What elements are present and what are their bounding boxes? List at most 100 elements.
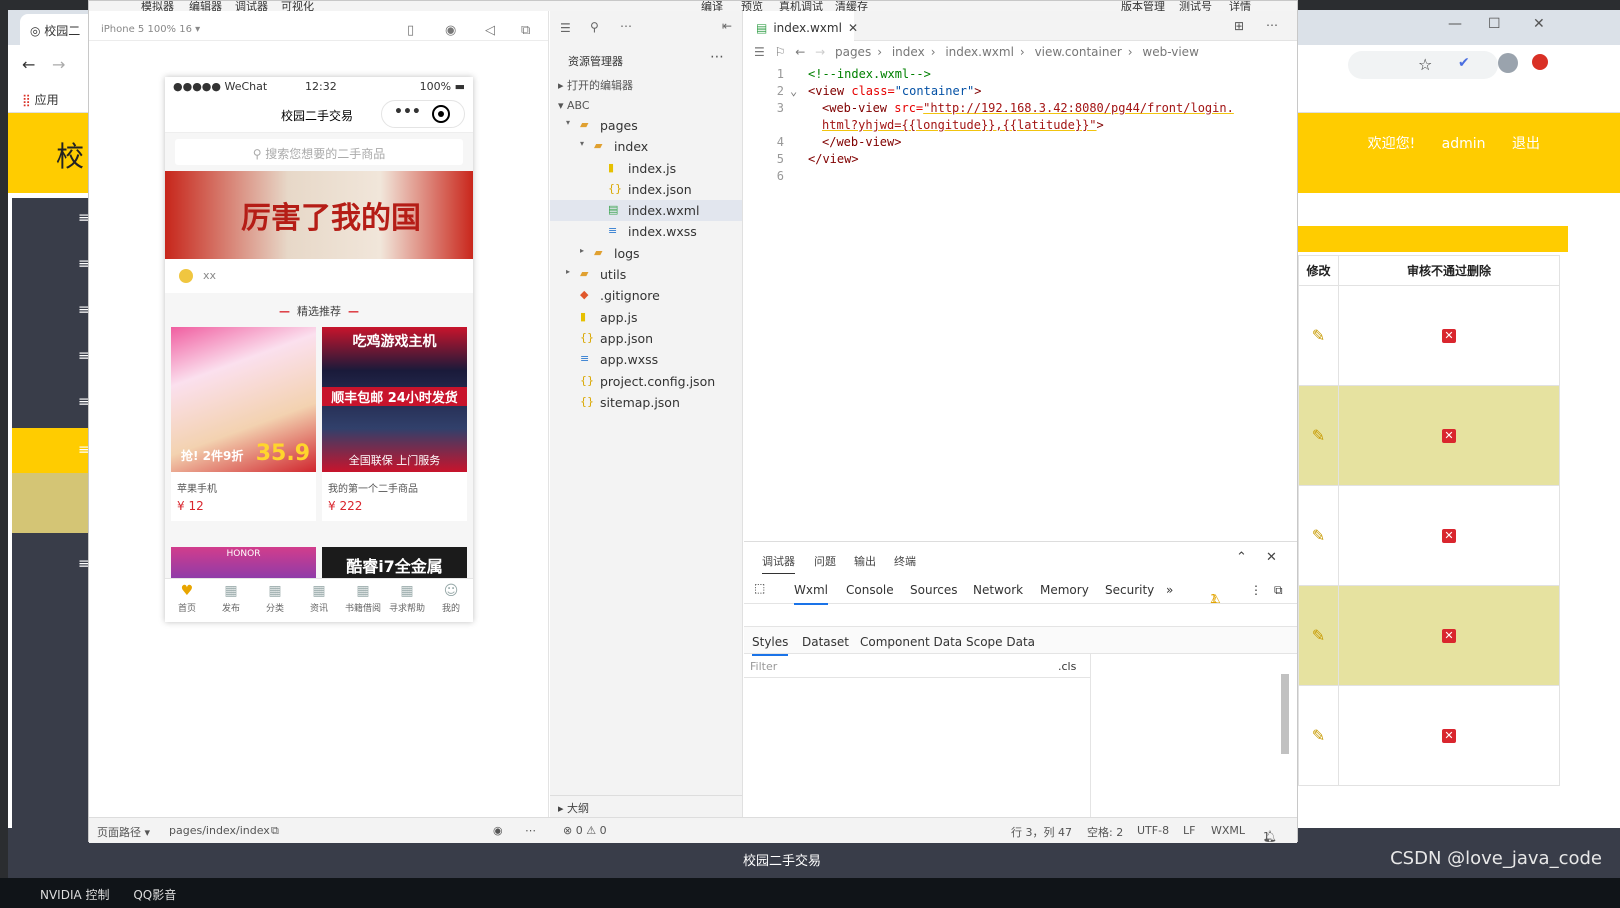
editor-tab[interactable]: ▤ index.wxml ✕: [744, 11, 858, 41]
tree-item[interactable]: ▾ ▰ index: [550, 136, 742, 157]
cursor-position[interactable]: 行 3，列 47: [1011, 824, 1072, 840]
breadcrumb-item[interactable]: view.container: [1035, 45, 1122, 59]
list-icon[interactable]: ☰: [560, 21, 571, 35]
product-search-bar[interactable]: ⚲ 搜索您想要的二手商品: [175, 139, 463, 165]
eye-icon[interactable]: ◉: [493, 824, 503, 837]
tab-terminal[interactable]: 终端: [894, 553, 916, 569]
more-icon[interactable]: ⋯: [620, 19, 632, 33]
capsule-menu[interactable]: •••: [381, 100, 465, 128]
list-icon[interactable]: ☰: [754, 45, 765, 59]
project-group[interactable]: ▾ ABC: [550, 93, 742, 115]
banner-swiper[interactable]: 厉害了我的国: [165, 171, 473, 259]
tab-dataset[interactable]: Dataset: [802, 635, 849, 649]
profile-avatar[interactable]: [1498, 53, 1518, 73]
close-icon[interactable]: ✕: [848, 21, 858, 35]
menu-version[interactable]: 版本管理: [1121, 1, 1165, 11]
more-icon[interactable]: ⋯: [1266, 18, 1278, 32]
pane-divider[interactable]: [1090, 654, 1091, 818]
page-path-label[interactable]: 页面路径 ▾: [97, 824, 150, 840]
tab-publish[interactable]: ▦ 发布: [209, 579, 253, 622]
tab-problems[interactable]: 问题: [814, 553, 836, 569]
user-link[interactable]: admin: [1442, 136, 1486, 152]
tab-sources[interactable]: Sources: [910, 583, 957, 597]
breadcrumb-item[interactable]: index: [892, 45, 925, 59]
chevron-right-icon[interactable]: ▸: [566, 267, 570, 276]
close-capsule-icon[interactable]: [432, 105, 450, 123]
tree-item[interactable]: ▾ ▰ pages: [550, 115, 742, 136]
pencil-icon[interactable]: ✎: [1312, 426, 1325, 445]
tab-wxml[interactable]: Wxml: [794, 583, 828, 605]
file-encoding[interactable]: UTF-8: [1137, 824, 1169, 837]
more-dots-icon[interactable]: •••: [394, 104, 421, 120]
phone-icon[interactable]: ▯: [407, 23, 414, 38]
logout-link[interactable]: 退出: [1512, 136, 1540, 152]
tab-component-data[interactable]: Component Data: [860, 635, 962, 649]
delete-icon[interactable]: ✕: [1442, 329, 1456, 343]
delete-icon[interactable]: ✕: [1442, 429, 1456, 443]
minimize-icon[interactable]: —: [1448, 16, 1462, 32]
notice-bar[interactable]: xx: [165, 259, 473, 293]
bookmark-icon[interactable]: ⚐: [775, 45, 786, 59]
line-ending[interactable]: LF: [1183, 824, 1195, 837]
maximize-icon[interactable]: ☐: [1488, 16, 1501, 32]
tab-output[interactable]: 输出: [854, 553, 876, 569]
chevron-up-icon[interactable]: ⌃: [1236, 550, 1247, 565]
tab-debugger[interactable]: 调试器: [762, 553, 795, 575]
tab-home[interactable]: ♥ 首页: [165, 579, 209, 622]
kebab-menu-icon[interactable]: ⋮: [1250, 583, 1262, 597]
pencil-icon[interactable]: ✎: [1312, 526, 1325, 545]
menu-preview[interactable]: 预览: [741, 1, 763, 11]
delete-icon[interactable]: ✕: [1442, 729, 1456, 743]
styles-filter-input[interactable]: Filter: [744, 654, 1090, 678]
tree-item[interactable]: {} app.json: [550, 328, 742, 349]
tree-item[interactable]: ▮ index.js: [550, 158, 742, 179]
tree-item[interactable]: {} sitemap.json: [550, 392, 742, 413]
outline-section[interactable]: ▸ 大纲: [550, 795, 742, 817]
tree-item[interactable]: ▸ ▰ utils: [550, 264, 742, 285]
tree-item[interactable]: ▸ ▰ logs: [550, 243, 742, 264]
volume-icon[interactable]: ◁: [485, 23, 495, 38]
menu-debugger[interactable]: 调试器: [235, 1, 268, 11]
forward-arrow-icon[interactable]: →: [815, 45, 825, 59]
taskbar-item[interactable]: QQ影音: [133, 888, 176, 902]
chevron-down-icon[interactable]: ▾: [566, 118, 570, 127]
more-icon[interactable]: ⋯: [525, 824, 536, 837]
problems-counter[interactable]: ⊗ 0 ⚠ 0: [563, 824, 607, 837]
tab-category[interactable]: ▦ 分类: [253, 579, 297, 622]
menu-device-debug[interactable]: 真机调试: [779, 1, 823, 11]
menu-editor[interactable]: 编辑器: [189, 1, 222, 11]
product-card[interactable]: 抢! 2件9折 35.9 苹果手机 ¥ 12: [171, 327, 316, 521]
copy-icon[interactable]: ⧉: [271, 824, 279, 838]
chevron-right-icon[interactable]: ▸: [580, 246, 584, 255]
fold-chevron-icon[interactable]: ⌄: [790, 84, 797, 98]
tab-console[interactable]: Console: [846, 583, 894, 597]
extension-icon[interactable]: ✔: [1458, 55, 1470, 71]
menu-simulator[interactable]: 模拟器: [141, 1, 174, 11]
indent-spaces[interactable]: 空格: 2: [1087, 824, 1123, 840]
product-card[interactable]: 吃鸡游戏主机 顺丰包邮 24小时发货 全国联保 上门服务 我的第一个二手商品 ¥…: [322, 327, 467, 521]
language-mode[interactable]: WXML: [1211, 824, 1245, 837]
tab-styles[interactable]: Styles: [752, 635, 789, 656]
more-icon[interactable]: ⋯: [710, 49, 724, 65]
back-arrow-icon[interactable]: ←: [22, 55, 35, 74]
tree-item[interactable]: ▮ app.js: [550, 307, 742, 328]
tab-security[interactable]: Security: [1105, 583, 1154, 597]
tab-scope-data[interactable]: Scope Data: [966, 635, 1035, 649]
menu-visual[interactable]: 可视化: [281, 1, 314, 11]
menu-compile[interactable]: 编译: [701, 1, 723, 11]
back-arrow-icon[interactable]: ←: [795, 45, 805, 59]
tab-help[interactable]: ▦ 寻求帮助: [385, 579, 429, 622]
scrollbar[interactable]: [1281, 674, 1289, 754]
split-editor-icon[interactable]: ⊞: [1234, 19, 1244, 33]
pencil-icon[interactable]: ✎: [1312, 726, 1325, 745]
tab-network[interactable]: Network: [973, 583, 1023, 597]
tree-item[interactable]: {} project.config.json: [550, 371, 742, 392]
undock-icon[interactable]: ⧉: [1274, 583, 1283, 598]
pencil-icon[interactable]: ✎: [1312, 626, 1325, 645]
open-editors-group[interactable]: ▸ 打开的编辑器: [550, 71, 742, 93]
tree-item[interactable]: ≡ index.wxss: [550, 221, 742, 242]
record-icon[interactable]: ◉: [445, 23, 456, 38]
chevron-down-icon[interactable]: ▾: [580, 139, 584, 148]
apps-grid-icon[interactable]: ⣿: [22, 93, 35, 107]
tree-item[interactable]: ◆ .gitignore: [550, 285, 742, 306]
